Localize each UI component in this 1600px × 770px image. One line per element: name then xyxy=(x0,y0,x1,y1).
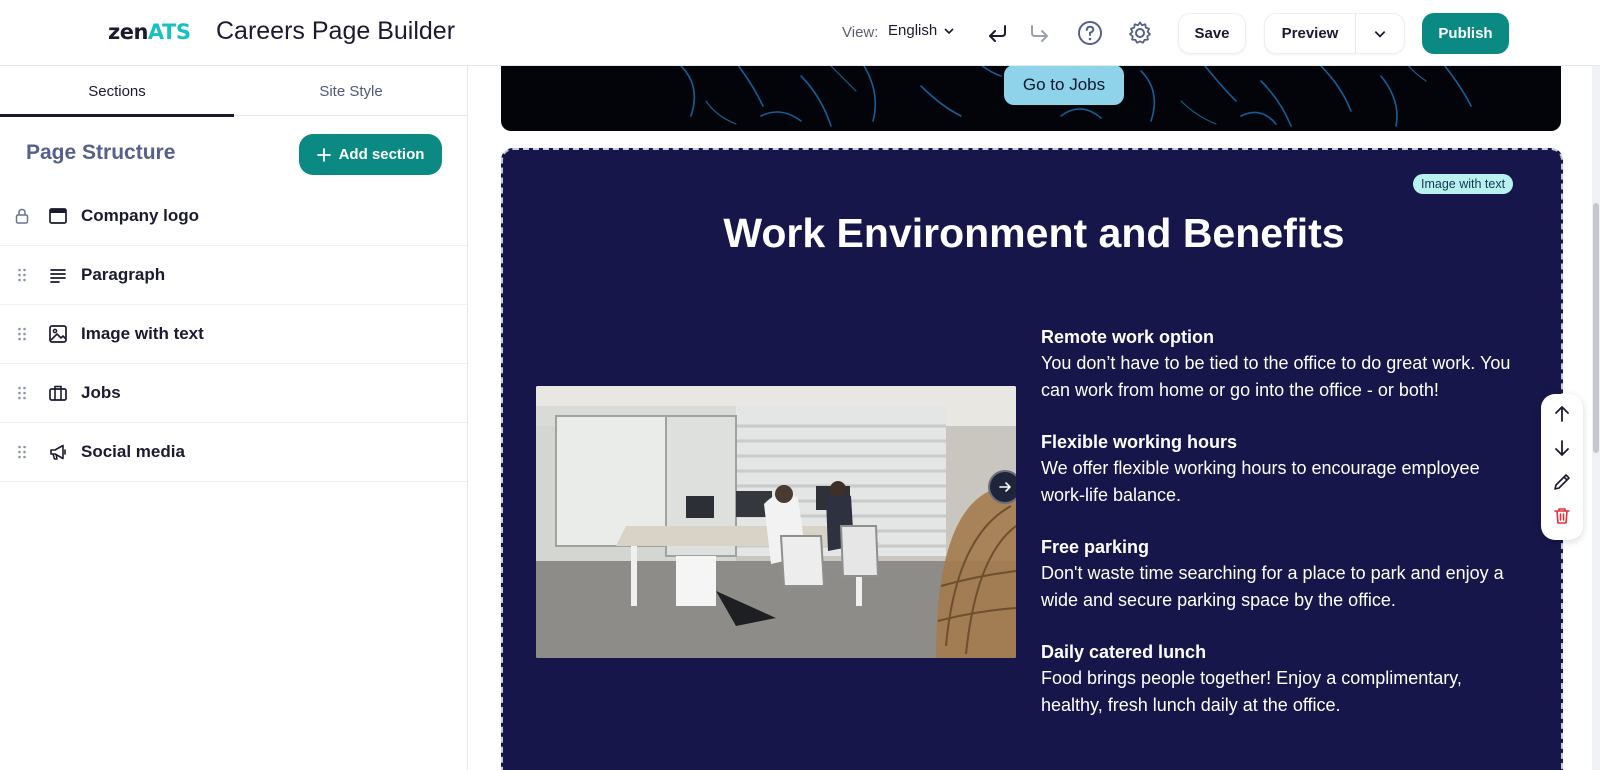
section-item-label: Company logo xyxy=(81,206,200,225)
section-item-social-media[interactable]: Social media xyxy=(0,423,467,482)
megaphone-icon xyxy=(47,441,69,463)
section-toolbar xyxy=(1541,394,1583,540)
scrollbar-thumb[interactable] xyxy=(1593,203,1599,453)
benefit-title: Free parking xyxy=(1041,537,1150,557)
benefit-item: Flexible working hours We offer flexible… xyxy=(1041,429,1521,508)
sidebar: Sections Site Style Page Structure Add s… xyxy=(0,66,468,770)
section-item-label: Jobs xyxy=(81,383,121,402)
browser-window-icon xyxy=(47,205,69,227)
preview-button[interactable]: Preview xyxy=(1265,14,1356,53)
benefits-list: Remote work option You don’t have to be … xyxy=(1041,324,1521,744)
benefit-item: Daily catered lunch Food brings people t… xyxy=(1041,639,1521,718)
section-item-paragraph[interactable]: Paragraph xyxy=(0,246,467,305)
section-item-label: Image with text xyxy=(81,324,204,343)
benefit-item: Free parking Don't waste time searching … xyxy=(1041,534,1521,613)
section-item-label: Social media xyxy=(81,442,185,461)
canvas-scrollbar[interactable] xyxy=(1592,66,1600,770)
tab-site-style[interactable]: Site Style xyxy=(234,66,468,116)
language-select[interactable]: English xyxy=(888,22,955,39)
text-lines-icon xyxy=(47,264,69,286)
briefcase-icon xyxy=(47,382,69,404)
pencil-icon[interactable] xyxy=(1548,468,1576,496)
plus-icon xyxy=(316,147,331,162)
view-label: View: xyxy=(842,24,879,41)
hero-section[interactable]: Go to Jobs xyxy=(501,66,1561,131)
section-item-jobs[interactable]: Jobs xyxy=(0,364,467,423)
add-section-label: Add section xyxy=(338,146,425,163)
benefit-title: Remote work option xyxy=(1041,327,1215,347)
sidebar-tabs: Sections Site Style xyxy=(0,66,468,117)
arrow-right-icon xyxy=(999,482,1011,492)
save-button[interactable]: Save xyxy=(1178,13,1246,54)
zenats-logo: zenATS xyxy=(108,20,191,44)
drag-handle-icon[interactable] xyxy=(14,325,30,343)
office-photo xyxy=(536,386,1016,658)
lock-icon xyxy=(14,207,30,225)
section-list: Company logo Paragraph Image with text J… xyxy=(0,187,467,482)
gear-icon[interactable] xyxy=(1123,16,1157,50)
benefit-title: Daily catered lunch xyxy=(1041,642,1207,662)
go-to-jobs-button[interactable]: Go to Jobs xyxy=(1004,66,1124,105)
redo-icon[interactable] xyxy=(1022,16,1056,50)
benefit-text: We offer flexible working hours to encou… xyxy=(1041,458,1480,505)
tab-sections[interactable]: Sections xyxy=(0,66,234,117)
arrow-down-icon[interactable] xyxy=(1548,434,1576,462)
section-item-company-logo[interactable]: Company logo xyxy=(0,187,467,246)
benefit-text: You don’t have to be tied to the office … xyxy=(1041,353,1511,400)
benefit-title: Flexible working hours xyxy=(1041,432,1238,452)
app-title: Careers Page Builder xyxy=(216,17,456,45)
section-title: Work Environment and Benefits xyxy=(723,210,1345,256)
section-type-badge: Image with text xyxy=(1413,174,1514,194)
preview-options-button[interactable] xyxy=(1356,14,1404,53)
section-item-image-with-text[interactable]: Image with text xyxy=(0,305,467,364)
benefit-text: Don't waste time searching for a place t… xyxy=(1041,563,1504,610)
trash-icon[interactable] xyxy=(1548,502,1576,530)
page-structure-title: Page Structure xyxy=(26,141,176,164)
preview-button-group: Preview xyxy=(1264,13,1405,54)
chevron-down-icon xyxy=(944,27,954,34)
image-with-text-section[interactable]: Image with text Work Environment and Ben… xyxy=(501,148,1563,770)
drag-handle-icon[interactable] xyxy=(14,384,30,402)
section-item-label: Paragraph xyxy=(81,265,166,284)
benefit-item: Remote work option You don’t have to be … xyxy=(1041,324,1521,403)
help-icon[interactable] xyxy=(1073,16,1107,50)
undo-icon[interactable] xyxy=(981,16,1015,50)
publish-button[interactable]: Publish xyxy=(1422,13,1509,54)
language-value: English xyxy=(888,22,938,39)
chevron-down-icon xyxy=(1374,30,1386,38)
image-icon xyxy=(47,323,69,345)
drag-handle-icon[interactable] xyxy=(14,266,30,284)
drag-handle-icon[interactable] xyxy=(14,443,30,461)
page-canvas: Go to Jobs Image with text Work Environm… xyxy=(469,66,1600,770)
add-section-button[interactable]: Add section xyxy=(299,134,442,175)
arrow-up-icon[interactable] xyxy=(1548,400,1576,428)
top-bar: zenATS Careers Page Builder View: Englis… xyxy=(0,0,1600,66)
next-image-button[interactable] xyxy=(988,470,1016,504)
benefit-text: Food brings people together! Enjoy a com… xyxy=(1041,668,1462,715)
